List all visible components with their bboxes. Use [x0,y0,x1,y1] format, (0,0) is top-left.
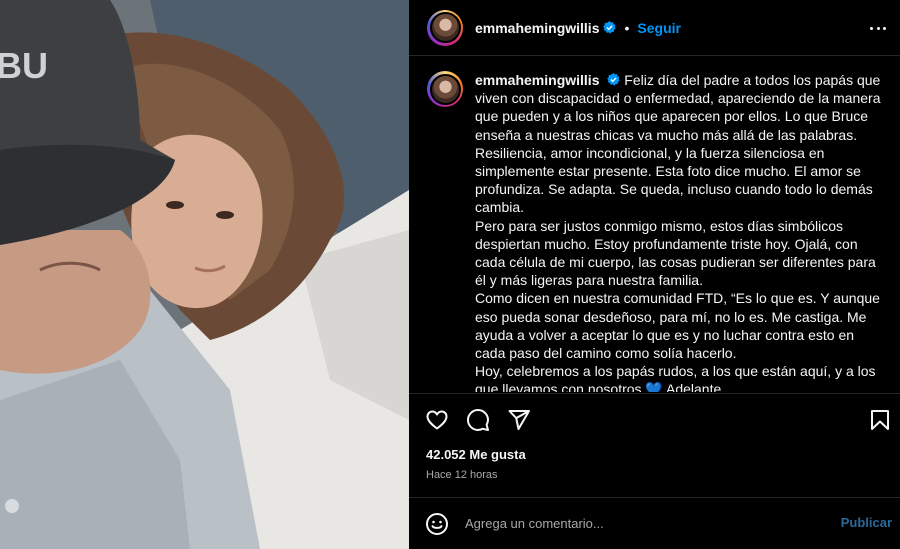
caption-paragraph-3: Como dicen en nuestra comunidad FTD, “Es… [475,290,880,362]
separator-dot: • [624,19,630,36]
more-options-icon[interactable] [868,18,888,38]
post-timestamp[interactable]: Hace 12 horas [426,469,498,481]
action-bar [409,393,900,445]
instagram-post-modal: BU emmahemingwillis • Seguir emmahemingw… [0,0,900,549]
author-username[interactable]: emmahemingwillis [475,20,599,36]
caption-paragraph-2: Pero para ser justos conmigo mismo, esto… [475,217,876,289]
cap-text: BU [0,45,48,86]
caption-text: emmahemingwillis Feliz día del padre a t… [475,71,882,392]
photo-illustration: BU [0,0,409,549]
follow-button[interactable]: Seguir [637,20,681,36]
comment-input[interactable] [465,516,805,531]
bookmark-icon[interactable] [868,408,892,432]
author-avatar[interactable] [427,9,463,46]
caption-paragraph-1-text: Feliz día del padre a todos los papás qu… [475,72,881,216]
share-icon[interactable] [507,408,531,432]
caption-author-avatar[interactable] [427,71,463,107]
verified-badge-icon [607,73,621,86]
publish-button[interactable]: Publicar [841,515,892,530]
post-side-panel: emmahemingwillis • Seguir emmahemingwill… [409,0,900,549]
post-photo[interactable]: BU [0,0,409,549]
caption-paragraph-1: emmahemingwillis Feliz día del padre a t… [475,71,882,217]
post-header: emmahemingwillis • Seguir [409,0,900,56]
verified-badge-icon [603,21,617,34]
comment-icon[interactable] [466,408,490,432]
emoji-icon[interactable] [425,512,449,536]
heart-icon[interactable] [425,408,449,432]
comment-bar: Publicar [409,497,900,549]
caption-container: emmahemingwillis Feliz día del padre a t… [409,57,900,392]
caption-paragraph-4: Hoy, celebremos a los papás rudos, a los… [475,363,876,392]
likes-count[interactable]: 42.052 Me gusta [426,447,526,462]
caption-username[interactable]: emmahemingwillis [475,72,599,88]
